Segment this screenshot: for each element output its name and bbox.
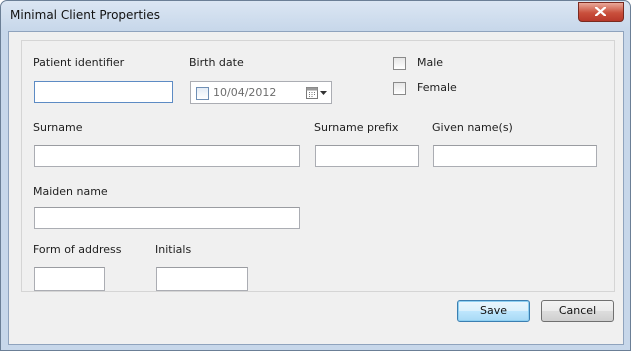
patient-identifier-input[interactable] [34,81,173,103]
surname-label: Surname [33,121,83,134]
calendar-icon[interactable] [306,87,318,99]
dialog-window: Minimal Client Properties Patient identi… [0,0,631,351]
chevron-down-icon[interactable] [320,91,327,95]
dialog-client-area: Patient identifier Birth date 10/04/2012… [8,31,624,345]
title-bar[interactable]: Minimal Client Properties [1,1,630,31]
birth-date-picker[interactable]: 10/04/2012 [190,81,332,104]
female-label[interactable]: Female [417,81,457,94]
birth-date-label: Birth date [189,56,244,69]
close-icon [595,7,606,16]
window-title: Minimal Client Properties [10,8,161,22]
surname-prefix-label: Surname prefix [314,121,399,134]
initials-input[interactable] [156,267,248,291]
form-of-address-input[interactable] [34,267,105,291]
form-of-address-label: Form of address [33,243,122,256]
surname-prefix-input[interactable] [315,145,419,167]
given-names-label: Given name(s) [432,121,513,134]
male-label[interactable]: Male [417,56,443,69]
given-names-input[interactable] [433,145,597,167]
save-button[interactable]: Save [457,300,530,322]
surname-input[interactable] [34,145,300,167]
birth-date-checkbox[interactable] [196,87,209,100]
birth-date-value: 10/04/2012 [213,86,277,99]
initials-label: Initials [155,243,192,256]
maiden-name-label: Maiden name [33,185,108,198]
close-button[interactable] [578,2,624,22]
patient-identifier-label: Patient identifier [33,56,125,69]
female-checkbox[interactable] [393,82,406,95]
cancel-button[interactable]: Cancel [541,300,614,322]
maiden-name-input[interactable] [34,207,300,229]
male-checkbox[interactable] [393,57,406,70]
